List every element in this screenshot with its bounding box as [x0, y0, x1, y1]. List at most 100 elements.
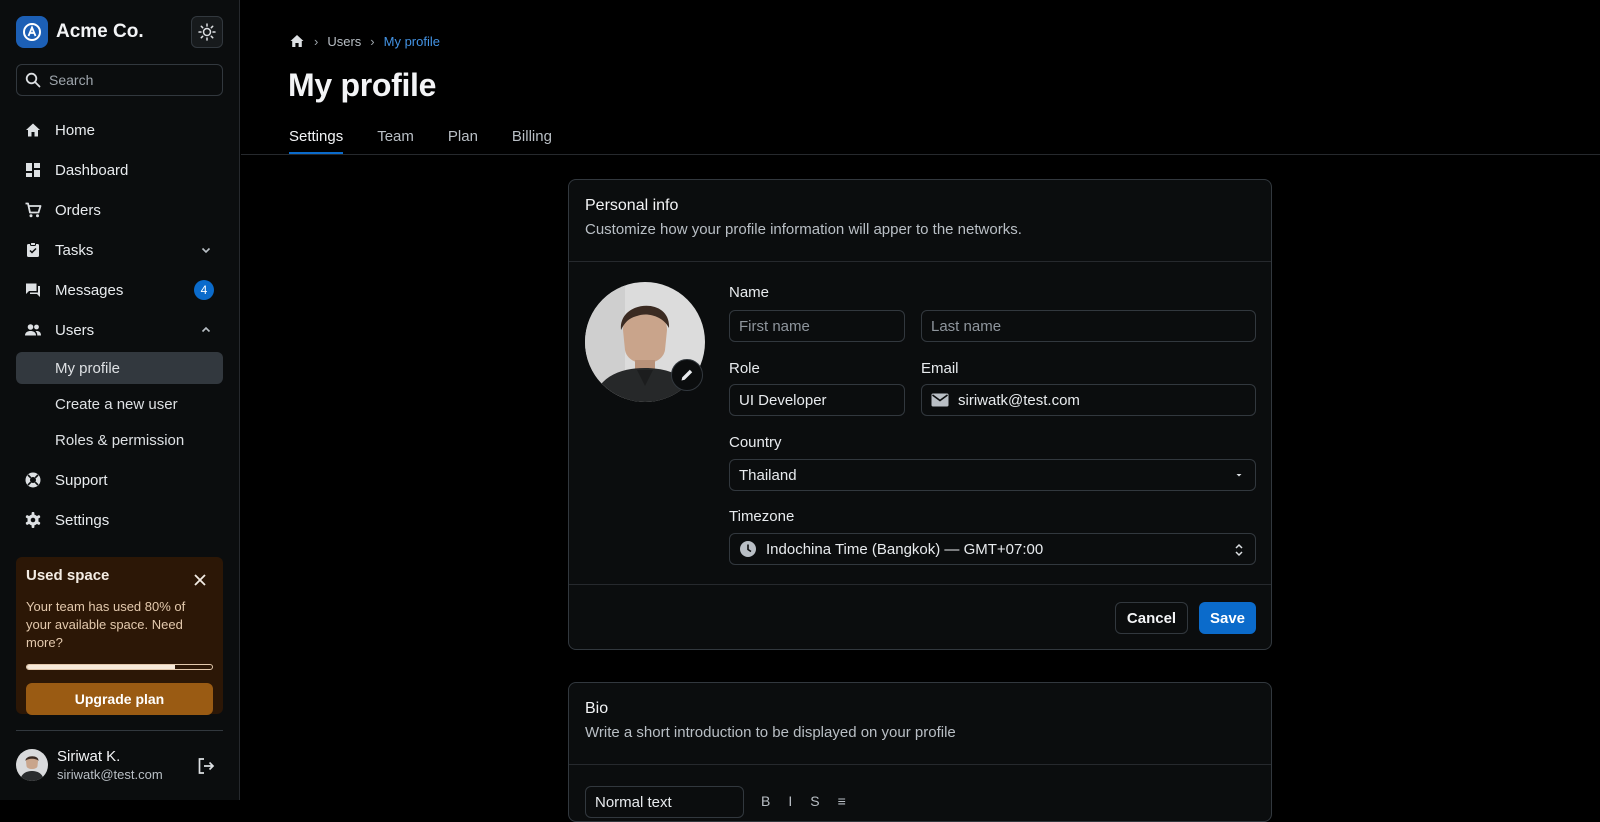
sidebar-item-label: Support [55, 471, 108, 489]
sidebar-item-label: Dashboard [55, 161, 129, 179]
sun-icon [198, 23, 216, 41]
sidebar-nav: Home Dashboard Orders Tasks Messages 4 U… [16, 114, 223, 544]
divider [569, 584, 1271, 585]
sidebar-subitem-create-user[interactable]: Create a new user [16, 388, 223, 420]
home-icon [26, 123, 40, 137]
bio-card: Bio Write a short introduction to be dis… [568, 682, 1272, 822]
tab-list: Settings Team Plan Billing [289, 128, 586, 154]
used-space-title: Used space [26, 567, 110, 584]
page-title: My profile [288, 67, 437, 103]
country-label: Country [729, 434, 782, 451]
sidebar-item-label: Settings [55, 511, 110, 529]
sidebar-item-label: Messages [55, 281, 124, 299]
divider [16, 730, 223, 731]
chat-icon [26, 283, 40, 297]
sidebar-subitem-my-profile[interactable]: My profile [16, 352, 223, 384]
clock-icon [739, 540, 757, 558]
sidebar-item-tasks[interactable]: Tasks [16, 234, 223, 266]
strikethrough-button[interactable]: S [810, 793, 819, 809]
country-select-value: Thailand [739, 466, 797, 484]
timezone-select-value: Indochina Time (Bangkok) — GMT+07:00 [766, 540, 1044, 558]
upgrade-plan-button[interactable]: Upgrade plan [26, 683, 213, 715]
main-content: › Users › My profile My profile Settings… [241, 0, 1600, 822]
role-field[interactable] [729, 384, 905, 416]
divider [241, 154, 1600, 155]
sidebar-item-label: Tasks [55, 241, 94, 259]
sidebar-item-orders[interactable]: Orders [16, 194, 223, 226]
sidebar-item-label: Orders [55, 201, 101, 219]
tab-settings[interactable]: Settings [289, 128, 344, 154]
brand-name: Acme Co. [56, 21, 144, 42]
dashboard-icon [26, 163, 40, 177]
logout-icon[interactable] [196, 756, 216, 776]
sidebar-item-support[interactable]: Support [16, 464, 223, 496]
close-icon[interactable] [193, 573, 207, 587]
support-icon [25, 472, 41, 488]
name-label: Name [729, 284, 770, 301]
list-button[interactable]: ≡ [838, 793, 846, 809]
chevron-right-icon: › [370, 33, 375, 49]
brand-logo-icon [16, 16, 48, 48]
last-name-input[interactable] [931, 317, 1255, 335]
text-format-select[interactable]: Normal text [585, 786, 744, 818]
sidebar-item-settings[interactable]: Settings [16, 504, 223, 536]
sidebar-subitem-roles[interactable]: Roles & permission [16, 424, 223, 456]
chevron-up-icon[interactable] [199, 323, 213, 337]
save-button[interactable]: Save [1199, 602, 1256, 634]
sidebar-item-users[interactable]: Users [16, 314, 223, 346]
edit-photo-button[interactable] [671, 359, 703, 391]
email-input[interactable] [958, 391, 1255, 409]
cancel-button[interactable]: Cancel [1115, 602, 1188, 634]
sidebar-item-home[interactable]: Home [16, 114, 223, 146]
messages-count-badge: 4 [194, 280, 214, 300]
timezone-select[interactable]: Indochina Time (Bangkok) — GMT+07:00 [729, 533, 1256, 565]
sidebar: Acme Co. Home Dashboard Orders Tasks Mes… [0, 0, 240, 800]
email-label: Email [921, 360, 959, 377]
users-submenu: My profile Create a new user Roles & per… [16, 352, 223, 456]
personal-info-card: Personal info Customize how your profile… [568, 179, 1272, 650]
user-name: Siriwat K. [57, 748, 121, 765]
brand[interactable]: Acme Co. [16, 16, 144, 48]
chevron-right-icon: › [314, 33, 319, 49]
tab-billing[interactable]: Billing [512, 128, 552, 154]
tab-team[interactable]: Team [377, 128, 414, 154]
sidebar-item-dashboard[interactable]: Dashboard [16, 154, 223, 186]
used-space-progress [26, 664, 213, 670]
card-subtitle: Write a short introduction to be display… [585, 724, 956, 741]
sidebar-item-label: Home [55, 121, 96, 139]
search-box[interactable] [16, 64, 223, 96]
search-icon [25, 72, 41, 88]
home-icon[interactable] [289, 33, 305, 49]
sidebar-item-messages[interactable]: Messages 4 [16, 274, 223, 306]
breadcrumb-current: My profile [383, 33, 440, 49]
last-name-field[interactable] [921, 310, 1256, 342]
role-input[interactable] [739, 391, 904, 409]
tab-plan[interactable]: Plan [448, 128, 478, 154]
email-field[interactable] [921, 384, 1256, 416]
user-email: siriwatk@test.com [57, 767, 163, 782]
avatar [16, 749, 48, 781]
used-space-card: Used space Your team has used 80% of you… [16, 557, 223, 715]
clipboard-icon [27, 242, 39, 257]
bold-button[interactable]: B [761, 793, 770, 809]
search-input[interactable] [49, 72, 209, 88]
first-name-input[interactable] [739, 317, 904, 335]
mail-icon [931, 393, 949, 407]
user-profile[interactable]: Siriwat K. siriwatk@test.com [16, 748, 163, 782]
editor-toolbar: B I S ≡ [761, 793, 846, 809]
first-name-field[interactable] [729, 310, 905, 342]
card-title: Personal info [585, 197, 679, 214]
used-space-progress-fill [27, 665, 175, 669]
pencil-icon [681, 369, 693, 381]
card-title: Bio [585, 700, 609, 717]
gear-icon [25, 512, 41, 528]
breadcrumb-users-link[interactable]: Users [327, 34, 361, 49]
italic-button[interactable]: I [788, 793, 792, 809]
breadcrumb: › Users › My profile [289, 33, 440, 49]
country-select[interactable]: Thailand [729, 459, 1256, 491]
sidebar-item-label: Users [55, 321, 95, 339]
role-label: Role [729, 360, 760, 377]
unfold-icon [1235, 543, 1243, 557]
chevron-down-icon[interactable] [199, 243, 213, 257]
theme-toggle-button[interactable] [191, 16, 223, 48]
